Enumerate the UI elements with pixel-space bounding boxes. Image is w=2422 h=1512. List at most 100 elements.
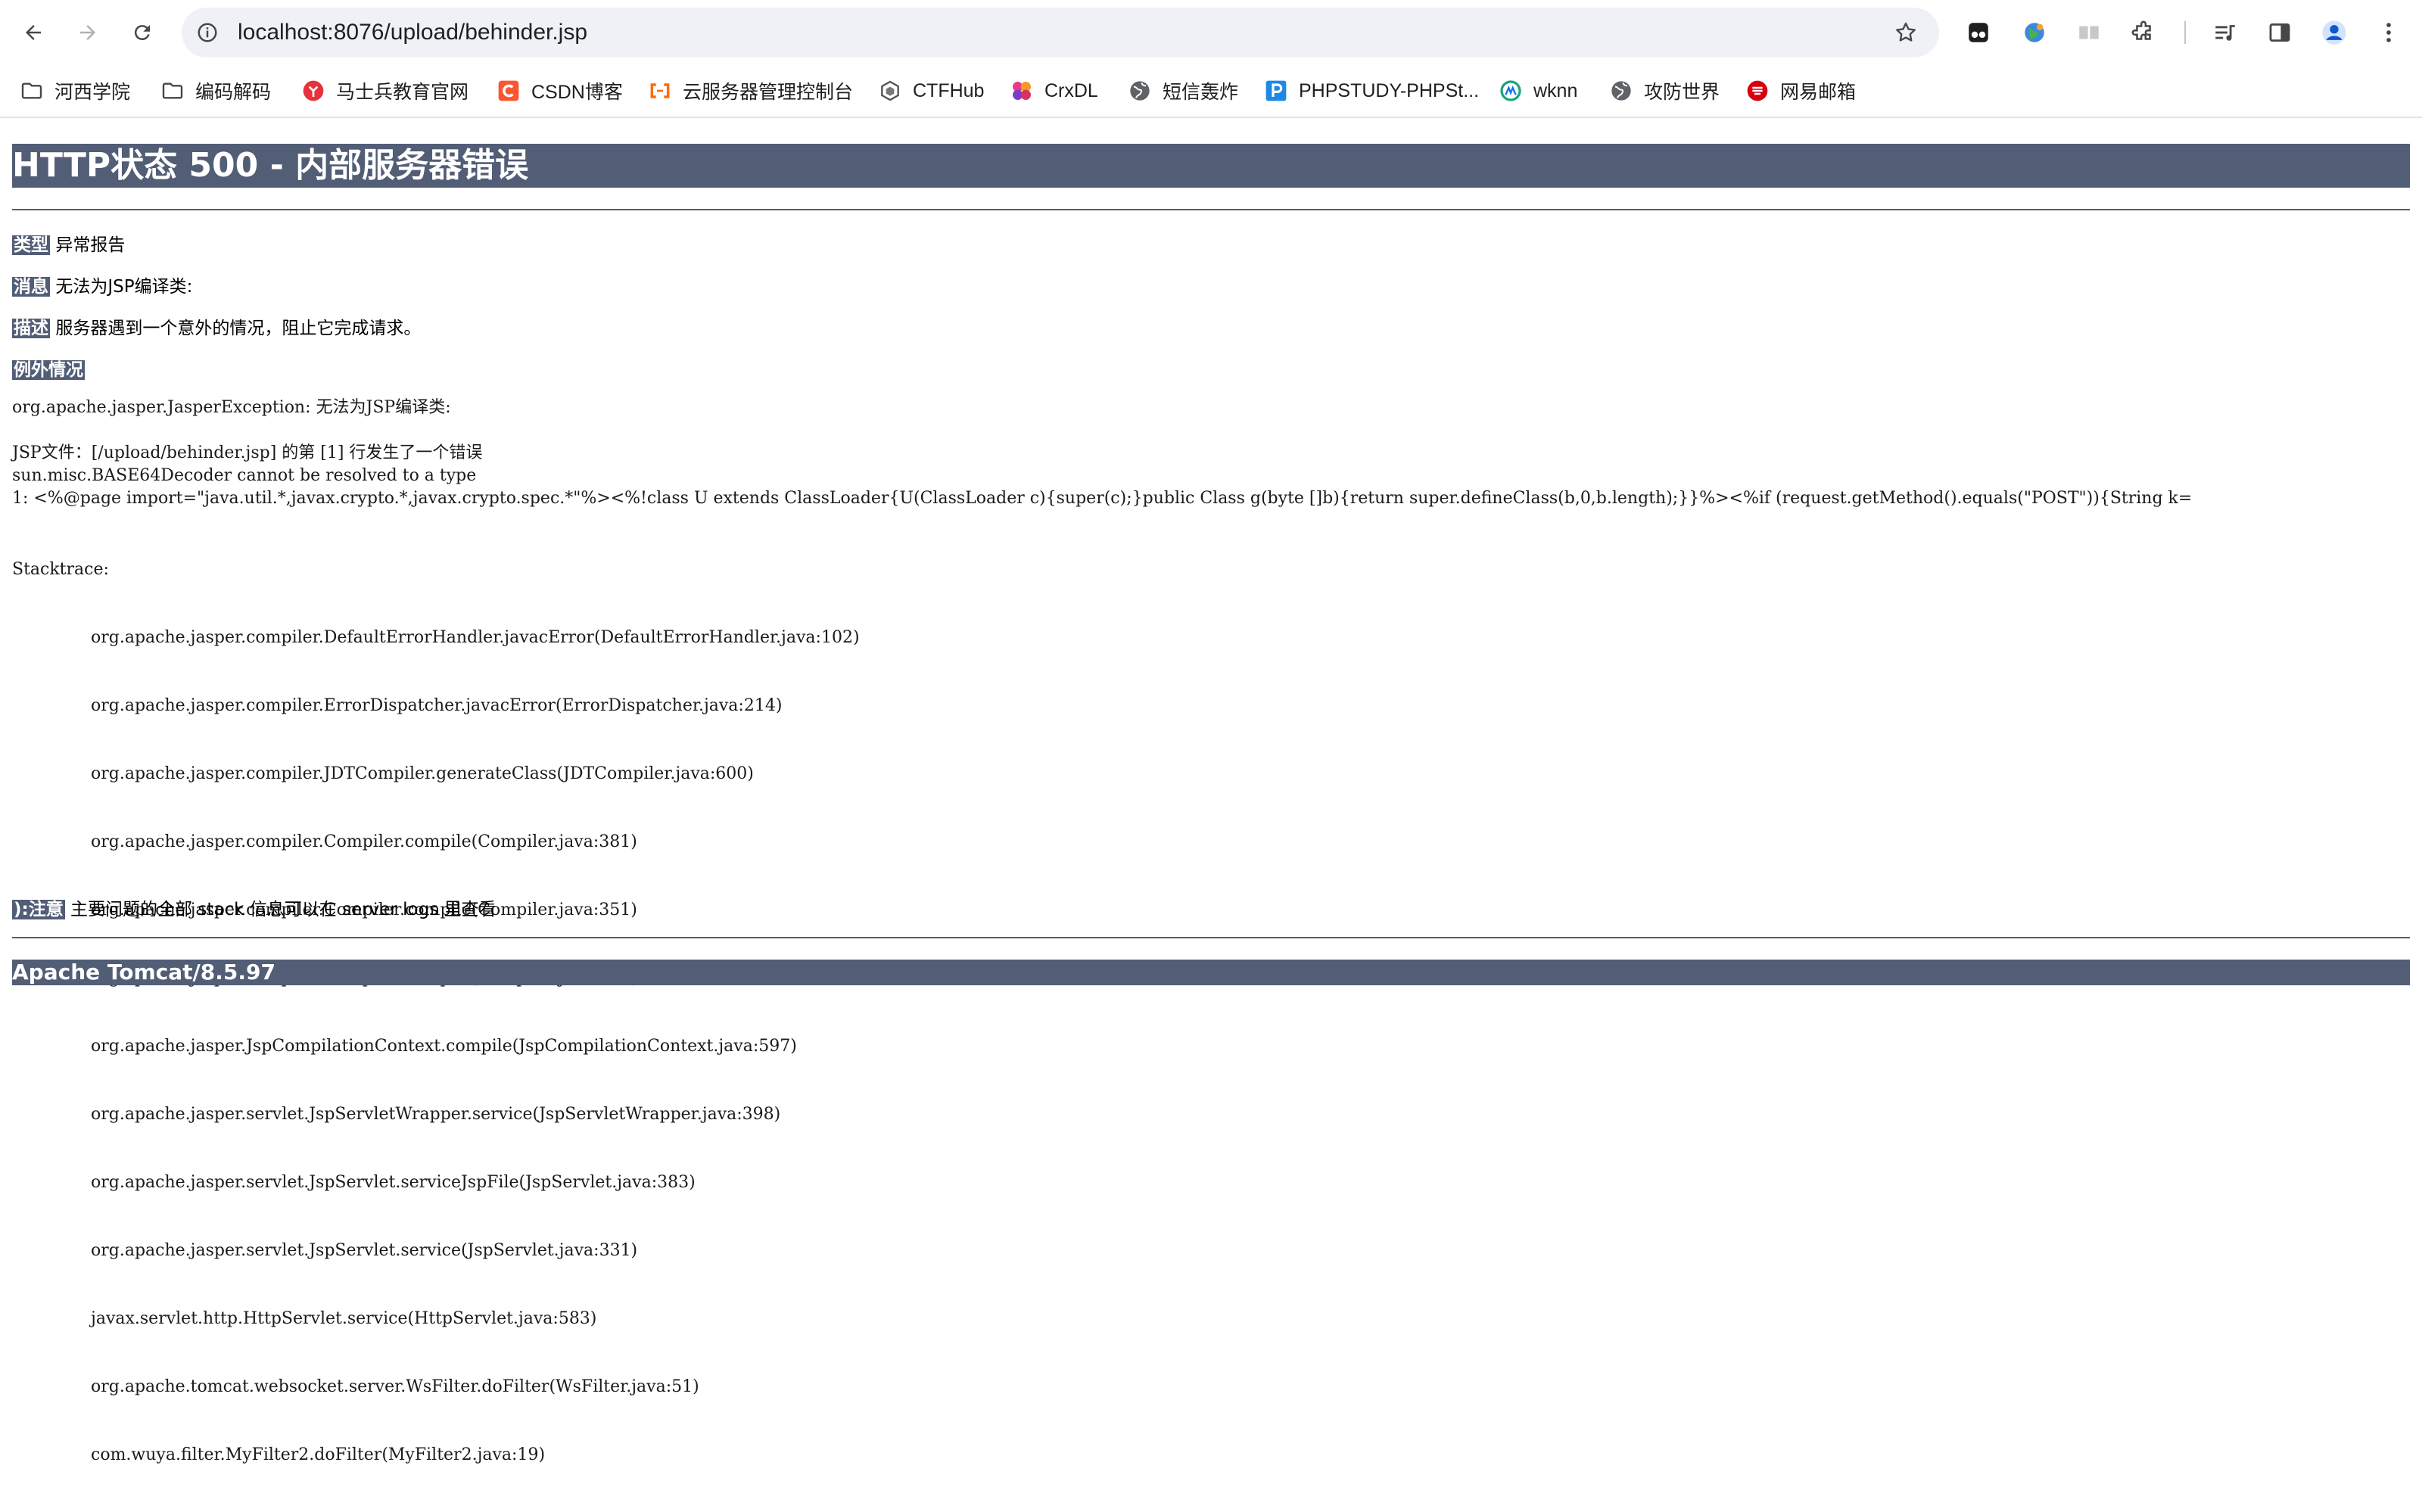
note-value: 主要问题的全部 stack 信息可以在 server logs 里查看 [70,900,497,919]
source-code-line: 1: <%@page import="java.util.*,javax.cry… [12,489,2193,508]
stacktrace-frame: org.apache.jasper.compiler.JDTCompiler.g… [91,764,754,783]
error-title: HTTP状态 500 - 内部服务器错误 [12,144,2410,188]
globe-icon [1609,79,1633,103]
stacktrace-frame: org.apache.tomcat.websocket.server.WsFil… [91,1377,699,1396]
extensions-button[interactable] [2125,14,2162,51]
bookmark-label: CrxDL [1044,79,1098,101]
info-icon [198,23,217,42]
chrome-menu-button[interactable] [2371,14,2407,51]
folder-icon [160,79,185,103]
exception-message: org.apache.jasper.JasperException: 无法为JS… [12,398,451,417]
type-label: 类型 [12,235,50,255]
jsp-error-line: JSP文件：[/upload/behinder.jsp] 的第 [1] 行发生了… [12,443,483,462]
msb-icon [301,79,325,103]
toolbar-divider [2184,21,2186,44]
server-version-footer: Apache Tomcat/8.5.97 [12,960,2410,985]
bookmark-label: 网易邮箱 [1780,82,1857,103]
bookmark-csdn[interactable]: CSDN博客 [497,76,623,106]
description-row: 描述 服务器遇到一个意外的情况，阻止它完成请求。 [12,313,421,339]
bookmark-163-mail[interactable]: 网易邮箱 [1745,76,1856,106]
profile-button[interactable] [2316,14,2352,51]
bookmark-label: CSDN博客 [531,82,623,103]
bookmark-label: CTFHub [913,79,985,101]
bookmark-label: PHPSTUDY-PHPSt... [1299,79,1480,101]
exception-row: 例外情况 [12,355,85,381]
crxdl-icon [1010,79,1034,103]
message-value: 无法为JSP编译类: [55,277,193,297]
star-icon [1896,22,1916,42]
avatar-icon [2322,20,2346,45]
bookmark-ctfhub[interactable]: CTFHub [878,76,984,106]
playlist-icon [2215,25,2235,41]
arrow-left-icon [26,25,41,40]
stacktrace-frame: org.apache.jasper.servlet.JspServletWrap… [91,1105,781,1124]
media-control-button[interactable] [2207,14,2243,51]
bookmark-label: 马士兵教育官网 [336,82,469,103]
folder-icon [20,79,44,103]
stacktrace-frame: org.apache.jasper.compiler.Compiler.comp… [91,832,637,851]
bookmark-star-button[interactable] [1888,14,1924,51]
stacktrace-list: org.apache.jasper.compiler.DefaultErrorH… [91,581,860,1512]
aliyun-icon [648,79,672,103]
side-panel-icon [2269,23,2290,42]
reload-icon [134,25,150,41]
message-label: 消息 [12,277,50,297]
puzzle-icon [2131,20,2151,40]
stacktrace-label: Stacktrace: [12,560,109,579]
page-content: HTTP状态 500 - 内部服务器错误 类型 异常报告 消息 无法为JSP编译… [0,118,2422,1464]
bookmark-label: 攻防世界 [1644,82,1720,103]
earth-extension-icon [2025,23,2044,42]
bookmark-aliyun[interactable]: 云服务器管理控制台 [648,76,853,106]
reload-button[interactable] [124,14,160,51]
description-value: 服务器遇到一个意外的情况，阻止它完成请求。 [55,319,422,338]
back-button[interactable] [15,14,51,51]
stacktrace-frame: org.apache.jasper.servlet.JspServlet.ser… [91,1173,696,1192]
stacktrace-frame: com.wuya.filter.MyFilter2.doFilter(MyFil… [91,1445,546,1464]
forward-button[interactable] [70,14,106,51]
tampermonkey-icon [1969,23,1988,42]
message-row: 消息 无法为JSP编译类: [12,272,192,297]
stacktrace-frame: javax.servlet.http.HttpServlet.service(H… [91,1309,597,1328]
book-icon [2079,26,2099,39]
address-bar[interactable]: localhost:8076/upload/behinder.jsp [182,8,1939,58]
bookmark-phpstudy[interactable]: PHPSTUDY-PHPSt... [1264,76,1479,106]
ctfhub-icon [878,79,902,103]
divider [12,937,2410,938]
note-row: ):注意 主要问题的全部 stack 信息可以在 server logs 里查看 [12,894,497,920]
bookmark-label: 云服务器管理控制台 [683,82,854,103]
stacktrace-frame: org.apache.jasper.servlet.JspServlet.ser… [91,1241,638,1260]
side-panel-button[interactable] [2262,14,2298,51]
bookmark-adworld[interactable]: 攻防世界 [1609,76,1720,106]
bookmark-label: 河西学院 [54,82,131,103]
type-row: 类型 异常报告 [12,230,125,256]
csdn-icon [497,79,521,103]
stacktrace-frame: org.apache.jasper.compiler.ErrorDispatch… [91,696,783,715]
bookmark-msb[interactable]: 马士兵教育官网 [301,76,469,106]
bookmarks-bar: 河西学院 编码解码 马士兵教育官网 CSDN博客 云服务器管理控制台 CTFHu… [0,65,2422,118]
bookmark-crxdl[interactable]: CrxDL [1010,76,1098,106]
bookmark-folder-hexi[interactable]: 河西学院 [20,76,130,106]
bookmark-sms[interactable]: 短信轰炸 [1128,76,1238,106]
url-text[interactable]: localhost:8076/upload/behinder.jsp [238,8,587,58]
wknn-icon [1499,79,1523,103]
bookmark-label: 短信轰炸 [1163,82,1239,103]
extension-tampermonkey-button[interactable] [1960,14,1997,51]
globe-icon [1128,79,1152,103]
stacktrace-frame: org.apache.jasper.JspCompilationContext.… [91,1037,797,1056]
browser-toolbar: localhost:8076/upload/behinder.jsp [0,0,2422,65]
more-vertical-icon [2386,23,2391,42]
phpstudy-icon [1264,79,1288,103]
bookmark-folder-encoding[interactable]: 编码解码 [160,76,271,106]
extension-globe-button[interactable] [2016,14,2053,51]
bookmark-wknn[interactable]: wknn [1499,76,1577,106]
exception-label: 例外情况 [12,360,85,380]
decoder-error-line: sun.misc.BASE64Decoder cannot be resolve… [12,466,477,485]
note-label: ):注意 [12,900,65,919]
extension-reader-button[interactable] [2071,14,2107,51]
site-info-button[interactable] [189,14,226,51]
arrow-right-icon [80,25,95,40]
netease-mail-icon [1745,79,1770,103]
type-value: 异常报告 [55,235,126,255]
bookmark-label: 编码解码 [195,82,272,103]
description-label: 描述 [12,319,50,338]
